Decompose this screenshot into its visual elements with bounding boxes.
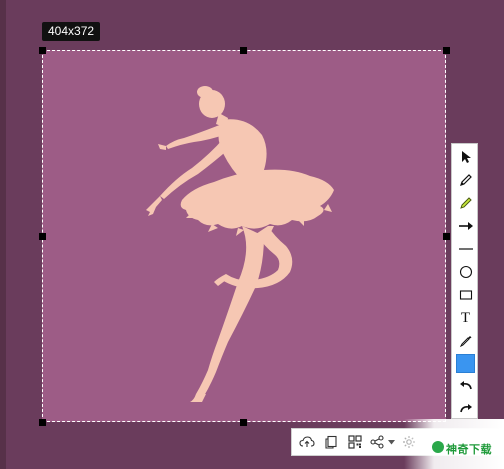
undo-tool[interactable] xyxy=(452,374,479,396)
arrow-tool[interactable] xyxy=(452,215,479,237)
ballerina-image xyxy=(146,86,334,402)
highlighter-icon xyxy=(459,197,472,209)
circle-icon xyxy=(459,265,472,279)
highlighter-tool[interactable] xyxy=(452,192,479,214)
resize-handle-bottom[interactable] xyxy=(240,419,247,426)
backdrop-left-edge xyxy=(0,0,6,469)
resize-handle-top-right[interactable] xyxy=(443,47,450,54)
redo-icon xyxy=(459,404,472,413)
text-icon: T xyxy=(460,309,471,326)
qr-code-button[interactable] xyxy=(344,429,366,455)
upload-button[interactable] xyxy=(296,429,318,455)
capture-region[interactable] xyxy=(42,50,446,422)
ellipse-tool[interactable] xyxy=(452,261,479,283)
cursor-arrow-icon xyxy=(461,151,471,163)
watermark-logo-icon xyxy=(432,441,444,453)
selection-size-label: 404x372 xyxy=(42,22,101,41)
rectangle-tool[interactable] xyxy=(452,284,479,306)
line-tool[interactable] xyxy=(452,238,479,260)
text-tool[interactable]: T xyxy=(452,307,479,329)
pen-tool[interactable] xyxy=(452,169,479,191)
pen-icon xyxy=(459,174,472,186)
qr-code-icon xyxy=(348,435,362,449)
rectangle-icon xyxy=(459,290,472,300)
copy-button[interactable] xyxy=(320,429,342,455)
annotation-toolbar: T xyxy=(451,143,478,419)
color-swatch[interactable] xyxy=(456,354,475,373)
chevron-down-icon xyxy=(387,439,395,444)
resize-handle-left[interactable] xyxy=(39,233,46,240)
resize-handle-right[interactable] xyxy=(443,233,450,240)
resize-handle-bottom-left[interactable] xyxy=(39,419,46,426)
resize-handle-top-left[interactable] xyxy=(39,47,46,54)
undo-icon xyxy=(459,381,472,390)
copy-icon xyxy=(325,435,337,449)
watermark-text: 神奇下载 xyxy=(446,443,492,456)
cloud-upload-icon xyxy=(299,436,315,447)
redo-tool[interactable] xyxy=(452,397,479,419)
share-icon xyxy=(370,435,384,449)
line-icon xyxy=(458,248,473,250)
share-dropdown[interactable] xyxy=(386,429,396,455)
eyedropper-icon xyxy=(459,336,471,348)
share-button[interactable] xyxy=(368,429,386,455)
color-picker-tool[interactable] xyxy=(452,330,479,352)
arrow-right-icon xyxy=(458,222,473,230)
select-tool[interactable] xyxy=(452,146,479,168)
resize-handle-top[interactable] xyxy=(240,47,247,54)
